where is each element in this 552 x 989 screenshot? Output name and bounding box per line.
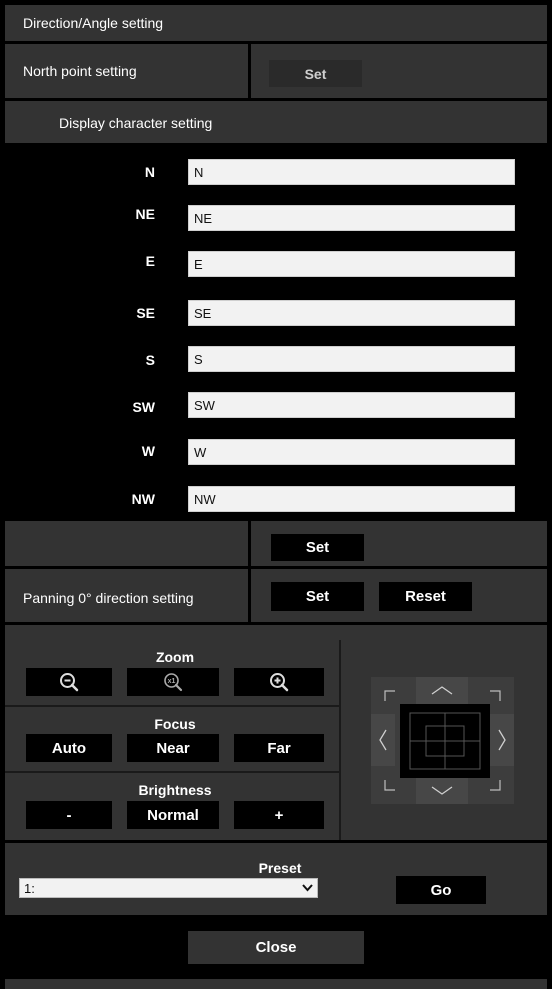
direction-label-s: S <box>145 352 155 368</box>
north-point-label-cell: North point setting <box>5 44 248 98</box>
brightness-title: Brightness <box>138 782 212 798</box>
chevron-down-icon <box>302 884 313 892</box>
zoom-in-button[interactable] <box>234 668 324 696</box>
zoom-title: Zoom <box>155 649 195 665</box>
focus-divider <box>5 771 339 773</box>
zoom-out-icon <box>60 673 79 692</box>
direction-label-w: W <box>141 443 155 459</box>
center-home-button[interactable] <box>400 704 490 778</box>
direction-input-n[interactable] <box>188 159 515 185</box>
north-point-set-button[interactable]: Set <box>269 60 362 87</box>
direction-label-se: SE <box>136 305 155 321</box>
close-button[interactable]: Close <box>188 931 364 964</box>
direction-label-sw: SW <box>132 399 155 415</box>
zoom-out-button[interactable] <box>26 668 112 696</box>
direction-input-e[interactable] <box>188 251 515 277</box>
pan-tilt-pad[interactable] <box>371 677 514 804</box>
center-frame-icon <box>409 712 481 770</box>
page-title: Direction/Angle setting <box>23 15 164 31</box>
preset-selected-value: 1: <box>24 881 35 896</box>
brightness-normal-button[interactable]: Normal <box>127 801 219 829</box>
zoom-x1-icon: x1 <box>164 673 183 692</box>
preset-go-button[interactable]: Go <box>396 876 486 904</box>
direction-label-e: E <box>145 253 155 269</box>
direction-input-nw[interactable] <box>188 486 515 512</box>
preset-title: Preset <box>258 860 302 876</box>
camera-control-panel: Zoom x1 Focus Auto Near Far Brightness -… <box>5 625 547 840</box>
panning-reset-button[interactable]: Reset <box>379 582 472 611</box>
focus-title: Focus <box>154 716 196 732</box>
footer-bar <box>5 979 547 989</box>
direction-fields: N NE E SE S SW W NW <box>5 143 547 521</box>
direction-input-se[interactable] <box>188 300 515 326</box>
panning-label: Panning 0° direction setting <box>23 590 194 606</box>
control-divider <box>339 640 341 840</box>
panning-set-button[interactable]: Set <box>271 582 364 611</box>
direction-input-s[interactable] <box>188 346 515 372</box>
direction-input-w[interactable] <box>188 439 515 465</box>
focus-auto-button[interactable]: Auto <box>26 734 112 762</box>
direction-label-nw: NW <box>131 491 155 507</box>
direction-input-ne[interactable] <box>188 205 515 231</box>
display-set-spacer <box>5 521 248 566</box>
north-point-action-cell: Set <box>251 44 547 98</box>
svg-text:x1: x1 <box>168 678 176 685</box>
header-bar: Direction/Angle setting <box>5 5 547 41</box>
display-set-cell: Set <box>251 521 547 566</box>
focus-near-button[interactable]: Near <box>127 734 219 762</box>
display-character-header: Display character setting <box>5 101 547 143</box>
preset-select[interactable]: 1: <box>19 878 318 898</box>
zoom-in-icon <box>270 673 289 692</box>
zoom-x1-button[interactable]: x1 <box>127 668 219 696</box>
north-point-label: North point setting <box>23 63 137 79</box>
panning-action-cell: Set Reset <box>251 569 547 622</box>
focus-far-button[interactable]: Far <box>234 734 324 762</box>
panning-label-cell: Panning 0° direction setting <box>5 569 248 622</box>
brightness-plus-button[interactable]: + <box>234 801 324 829</box>
direction-label-ne: NE <box>135 206 155 222</box>
display-character-set-button[interactable]: Set <box>271 534 364 561</box>
brightness-minus-button[interactable]: - <box>26 801 112 829</box>
display-character-title: Display character setting <box>59 115 213 131</box>
zoom-divider <box>5 705 339 707</box>
direction-input-sw[interactable] <box>188 392 515 418</box>
direction-label-n: N <box>144 164 155 180</box>
preset-panel: Preset 1: Go <box>5 843 547 915</box>
